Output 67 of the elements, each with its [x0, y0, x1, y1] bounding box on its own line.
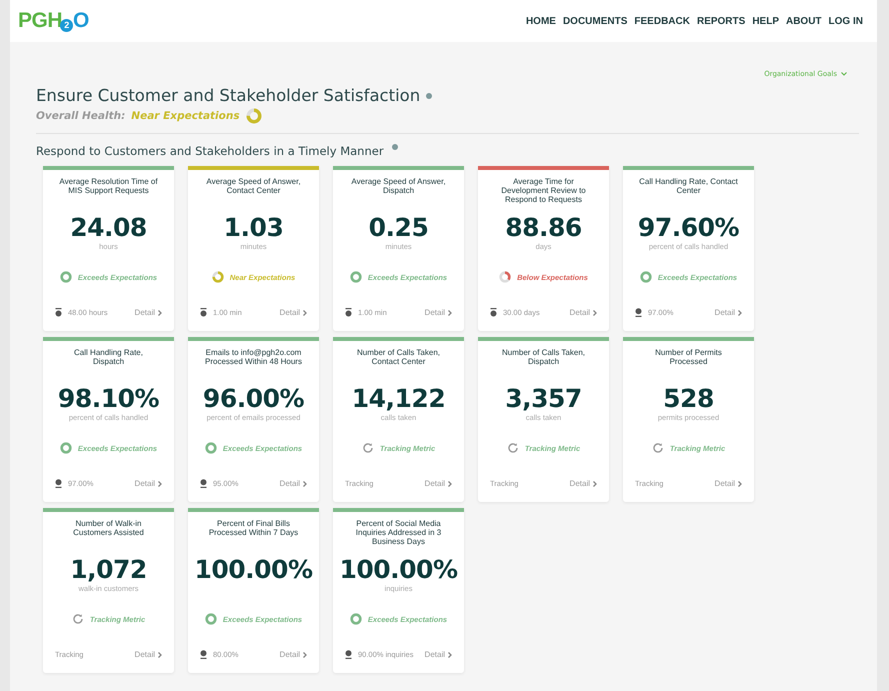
nav-link[interactable]: LOG IN [828, 16, 863, 26]
detail-link[interactable]: Detail [570, 308, 597, 317]
metric-title: Number of Calls Taken, Contact Center [356, 348, 441, 368]
metric-title: Number of Calls Taken, Dispatch [501, 348, 586, 368]
health-label: Overall Health: [36, 110, 126, 122]
detail-link[interactable]: Detail [714, 479, 742, 488]
chevron-right-icon [593, 310, 597, 316]
info-icon[interactable] [426, 92, 432, 98]
chevron-right-icon [448, 480, 452, 486]
metric-title: Number of Permits Processed [654, 348, 723, 368]
metric-value: 3,357 [505, 384, 582, 413]
detail-link[interactable]: Detail [134, 650, 162, 659]
metric-value: 24.08 [70, 213, 147, 242]
chevron-right-icon [738, 310, 742, 316]
metric-title: Call Handling Rate, Contact Center [638, 177, 739, 197]
nav-link[interactable]: ABOUT [786, 16, 822, 26]
detail-link[interactable]: Detail [424, 650, 452, 659]
metric-value: 96.00% [202, 384, 304, 413]
metric-value: 100.00% [194, 555, 313, 584]
chevron-right-icon [158, 652, 162, 658]
nav-link[interactable]: HELP [752, 16, 779, 26]
metric-value: 1.03 [224, 213, 284, 242]
chevron-right-icon [158, 310, 162, 316]
metric-value: 1,072 [70, 555, 147, 584]
chevron-right-icon [738, 480, 742, 486]
logo[interactable]: PGH 2 O [18, 9, 89, 33]
chevron-down-icon [841, 72, 847, 76]
detail-link[interactable]: Detail [134, 479, 162, 488]
nav-link[interactable]: DOCUMENTS [562, 16, 628, 26]
nav-link[interactable]: HOME [526, 16, 556, 26]
metric-value: 100.00% [339, 555, 458, 584]
metric-value: 0.25 [368, 213, 428, 242]
metric-value: 528 [663, 384, 714, 413]
metric-value: 14,122 [352, 384, 446, 413]
chevron-right-icon [303, 652, 307, 658]
detail-link[interactable]: Detail [424, 479, 452, 488]
detail-link[interactable]: Detail [570, 479, 597, 488]
metric-value: 97.60% [638, 213, 740, 242]
nav-link[interactable]: FEEDBACK [634, 16, 690, 26]
chevron-right-icon [593, 480, 597, 486]
metric-title: Emails to info@pgh2o.com Processed Within 48 Hours [204, 348, 303, 368]
detail-link[interactable]: Detail [424, 308, 452, 317]
metric-title: Average Resolution Time of MIS Support Requests [58, 177, 159, 197]
metric-title: Percent of Social Media Inquiries Addressed in 3 Business Days [354, 519, 442, 547]
detail-link[interactable]: Detail [134, 308, 162, 317]
metric-title: Call Handling Rate, Dispatch [73, 348, 144, 368]
chevron-right-icon [303, 480, 307, 486]
metric-title: Average Speed of Answer, Contact Center [205, 177, 302, 197]
metric-value: 88.86 [505, 213, 582, 242]
detail-link[interactable]: Detail [714, 308, 742, 317]
metric-title: Number of Walk-in Customers Assisted [72, 519, 145, 539]
metric-value: 98.10% [58, 384, 160, 413]
goal-title: Ensure Customer and Stakeholder Satisfaction [36, 86, 420, 105]
section-title: Respond to Customers and Stakeholders in a Timely Manner [36, 144, 384, 158]
info-icon[interactable] [392, 144, 398, 150]
health-status: Near Expectations [131, 110, 240, 122]
chevron-right-icon [303, 310, 307, 316]
metric-title: Average Speed of Answer, Dispatch [350, 177, 447, 197]
detail-link[interactable]: Detail [280, 308, 307, 317]
nav-link[interactable]: REPORTS [696, 16, 746, 26]
detail-link[interactable]: Detail [280, 479, 307, 488]
chevron-right-icon [448, 310, 452, 316]
metric-title: Percent of Final Bills Processed Within 7 Days [208, 519, 300, 539]
chevron-right-icon [158, 480, 162, 486]
metric-title: Average Time for Development Review to Respond to Requests [500, 177, 587, 205]
detail-link[interactable]: Detail [280, 650, 307, 659]
chevron-right-icon [448, 652, 452, 658]
